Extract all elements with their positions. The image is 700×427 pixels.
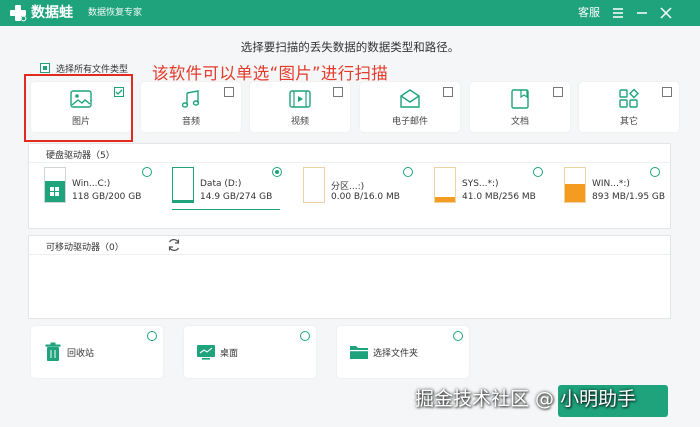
refresh-icon[interactable] — [167, 238, 181, 252]
select-all-label: 选择所有文件类型 — [56, 64, 129, 75]
file-type-audio-checkbox[interactable] — [224, 87, 234, 97]
drive-sys[interactable]: SYS...*:) 41.0 MB/256 MB — [434, 167, 554, 211]
mail-icon — [400, 89, 420, 108]
menu-icon[interactable] — [608, 3, 628, 23]
drive-win[interactable]: WIN...*:) 893 MB/1.95 GB — [564, 167, 684, 211]
drive-d[interactable]: Data (D:) 14.9 GB/274 GB — [172, 167, 292, 211]
select-all-box[interactable] — [40, 63, 50, 73]
location-recycle-bin[interactable]: 回收站 — [31, 326, 163, 378]
file-type-label: 电子邮件 — [391, 117, 428, 127]
location-label: 选择文件夹 — [373, 349, 419, 359]
document-icon — [511, 89, 529, 109]
drive-size: 118 GB/200 GB — [72, 192, 142, 202]
file-type-audio[interactable]: 音频 — [141, 82, 241, 132]
location-desktop[interactable]: 桌面 — [184, 326, 316, 378]
app-logo-icon — [10, 5, 27, 22]
selected-underline — [172, 209, 280, 210]
location-label: 回收站 — [67, 349, 95, 359]
video-icon — [289, 90, 311, 108]
app-name: 数据蛙 — [31, 5, 73, 21]
drive-icon — [564, 167, 586, 203]
title-bar: 数据蛙 数据恢复专家 客服 — [0, 0, 700, 26]
minimize-icon[interactable] — [632, 3, 652, 23]
location-select-folder-radio[interactable] — [453, 331, 463, 341]
drive-name: WIN...*:) — [592, 179, 630, 189]
file-type-label: 其它 — [619, 117, 638, 127]
file-type-other-checkbox[interactable] — [662, 87, 672, 97]
drive-name: Win...C:) — [72, 179, 111, 189]
drive-d-radio[interactable] — [272, 167, 282, 177]
support-link[interactable]: 客服 — [578, 5, 600, 21]
windows-drive-icon — [44, 167, 66, 203]
file-type-label: 音频 — [181, 117, 200, 127]
close-icon[interactable] — [656, 3, 676, 23]
drive-size: 0.00 B/16.0 MB — [331, 192, 400, 202]
drive-name: Data (D:) — [200, 179, 242, 189]
file-type-video[interactable]: 视频 — [250, 82, 350, 132]
drive-icon — [434, 167, 456, 203]
file-type-document-checkbox[interactable] — [553, 87, 563, 97]
instruction-text: 选择要扫描的丢失数据的数据类型和路径。 — [240, 40, 460, 54]
drive-sys-radio[interactable] — [533, 167, 543, 177]
file-type-label: 文档 — [510, 117, 529, 127]
other-icon — [619, 88, 639, 108]
drive-size: 41.0 MB/256 MB — [462, 192, 536, 202]
file-type-label: 视频 — [290, 117, 309, 127]
select-all-checkbox[interactable]: 选择所有文件类型 — [40, 61, 128, 75]
file-type-other[interactable]: 其它 — [579, 82, 679, 132]
location-label: 桌面 — [220, 349, 239, 359]
app-subtitle: 数据恢复专家 — [88, 8, 143, 18]
desktop-icon — [197, 345, 215, 360]
recycle-bin-icon — [45, 342, 61, 361]
drive-c-radio[interactable] — [142, 167, 152, 177]
file-type-document[interactable]: 文档 — [470, 82, 570, 132]
drive-partition[interactable]: 分区...:) 0.00 B/16.0 MB — [303, 167, 423, 211]
music-icon — [181, 90, 200, 108]
watermark-text: 掘金技术社区 @ 小明助手 — [415, 388, 637, 410]
drive-icon — [172, 167, 194, 203]
hard-disk-title: 硬盘驱动器（5） — [46, 151, 115, 161]
drive-icon — [303, 167, 325, 203]
drive-name: SYS...*:) — [462, 179, 499, 189]
drive-size: 14.9 GB/274 GB — [200, 192, 273, 202]
file-type-email[interactable]: 电子邮件 — [360, 82, 460, 132]
removable-drive-panel: 可移动驱动器（0） — [28, 235, 671, 319]
file-type-video-checkbox[interactable] — [333, 87, 343, 97]
location-recycle-bin-radio[interactable] — [147, 331, 157, 341]
panel-divider — [29, 162, 670, 163]
drive-partition-radio[interactable] — [403, 167, 413, 177]
location-desktop-radio[interactable] — [300, 331, 310, 341]
folder-icon — [350, 346, 368, 359]
drive-size: 893 MB/1.95 GB — [592, 192, 666, 202]
drive-win-radio[interactable] — [650, 167, 660, 177]
file-type-email-checkbox[interactable] — [443, 87, 453, 97]
annotation-text: 该软件可以单选“图片”进行扫描 — [152, 64, 389, 83]
removable-drive-title: 可移动驱动器（0） — [46, 243, 124, 253]
panel-divider — [29, 254, 670, 255]
location-select-folder[interactable]: 选择文件夹 — [337, 326, 469, 378]
drive-name: 分区...:) — [331, 182, 365, 192]
annotation-highlight-box — [24, 74, 133, 142]
drive-c[interactable]: Win...C:) 118 GB/200 GB — [44, 167, 164, 211]
